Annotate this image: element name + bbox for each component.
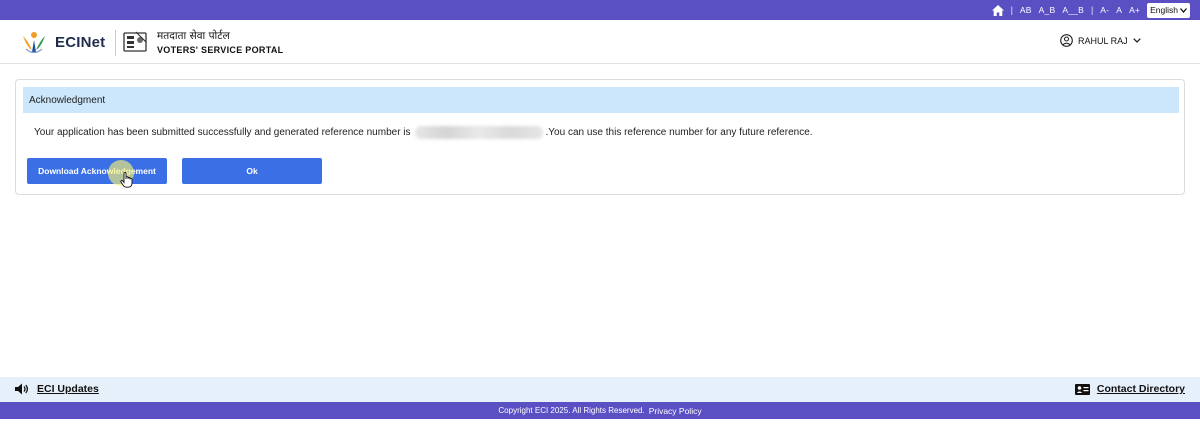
download-acknowledgement-button[interactable]: Download Acknowledgement <box>27 158 167 184</box>
font-style-a--b[interactable]: A__B <box>1062 5 1084 15</box>
reference-number-redacted <box>414 126 543 139</box>
divider: | <box>1090 5 1094 15</box>
portal-title-hindi: मतदाता सेवा पोर्टल <box>157 30 230 42</box>
contact-card-icon <box>1074 383 1090 395</box>
font-style-ab[interactable]: AB <box>1020 5 1032 15</box>
header-divider <box>115 30 116 56</box>
contact-directory-link[interactable]: Contact Directory <box>1074 383 1185 395</box>
privacy-policy-link[interactable]: Privacy Policy <box>649 406 702 416</box>
eci-updates-link[interactable]: ECI Updates <box>15 383 99 395</box>
acknowledgment-title: Acknowledgment <box>23 87 1179 113</box>
copyright-bar: Copyright ECI 2025. All Rights Reserved.… <box>0 402 1200 419</box>
acknowledgment-card: Acknowledgment Your application has been… <box>15 79 1185 195</box>
speaker-icon <box>15 383 29 395</box>
footer-links-bar: ECI Updates Contact Directory <box>0 377 1200 402</box>
hand-pointer-icon <box>120 172 133 188</box>
chevron-down-icon <box>1132 38 1141 43</box>
divider: | <box>1010 5 1013 15</box>
ecinet-logo-icon <box>23 32 45 54</box>
ecinet-logo[interactable]: ECINet <box>19 27 105 57</box>
language-value: English <box>1150 5 1178 15</box>
site-header: ECINet मतदाता सेवा पोर्टल VOTERS' SERVIC… <box>0 20 1200 64</box>
message-text-end: .You can use this reference number for a… <box>545 127 813 138</box>
contact-directory-label: Contact Directory <box>1096 383 1185 395</box>
ok-button[interactable]: Ok <box>182 158 322 184</box>
portal-title: मतदाता सेवा पोर्टल VOTERS' SERVICE PORTA… <box>157 29 283 57</box>
copyright-text: Copyright ECI 2025. All Rights Reserved. <box>498 406 645 415</box>
message-text: Your application has been submitted succ… <box>34 127 411 138</box>
chevron-down-icon <box>1180 7 1187 13</box>
font-style-a-b[interactable]: A_B <box>1039 5 1056 15</box>
home-icon[interactable] <box>991 4 1004 16</box>
portal-title-english: VOTERS' SERVICE PORTAL <box>157 45 284 55</box>
user-name: RAHUL RAJ <box>1078 35 1128 46</box>
voting-machine-emblem-icon <box>123 31 147 52</box>
user-menu[interactable]: RAHUL RAJ <box>1060 34 1141 47</box>
font-increase[interactable]: A+ <box>1129 5 1140 15</box>
font-decrease[interactable]: A- <box>1100 5 1109 15</box>
acknowledgment-message: Your application has been submitted succ… <box>34 126 813 139</box>
user-avatar-icon <box>1060 34 1073 47</box>
top-utility-bar: | AB A_B A__B | A- A A+ English <box>0 0 1200 20</box>
language-select[interactable]: English <box>1147 2 1190 18</box>
eci-updates-label: ECI Updates <box>37 383 99 395</box>
font-normal[interactable]: A <box>1116 5 1122 15</box>
brand-name: ECINet <box>55 33 106 51</box>
